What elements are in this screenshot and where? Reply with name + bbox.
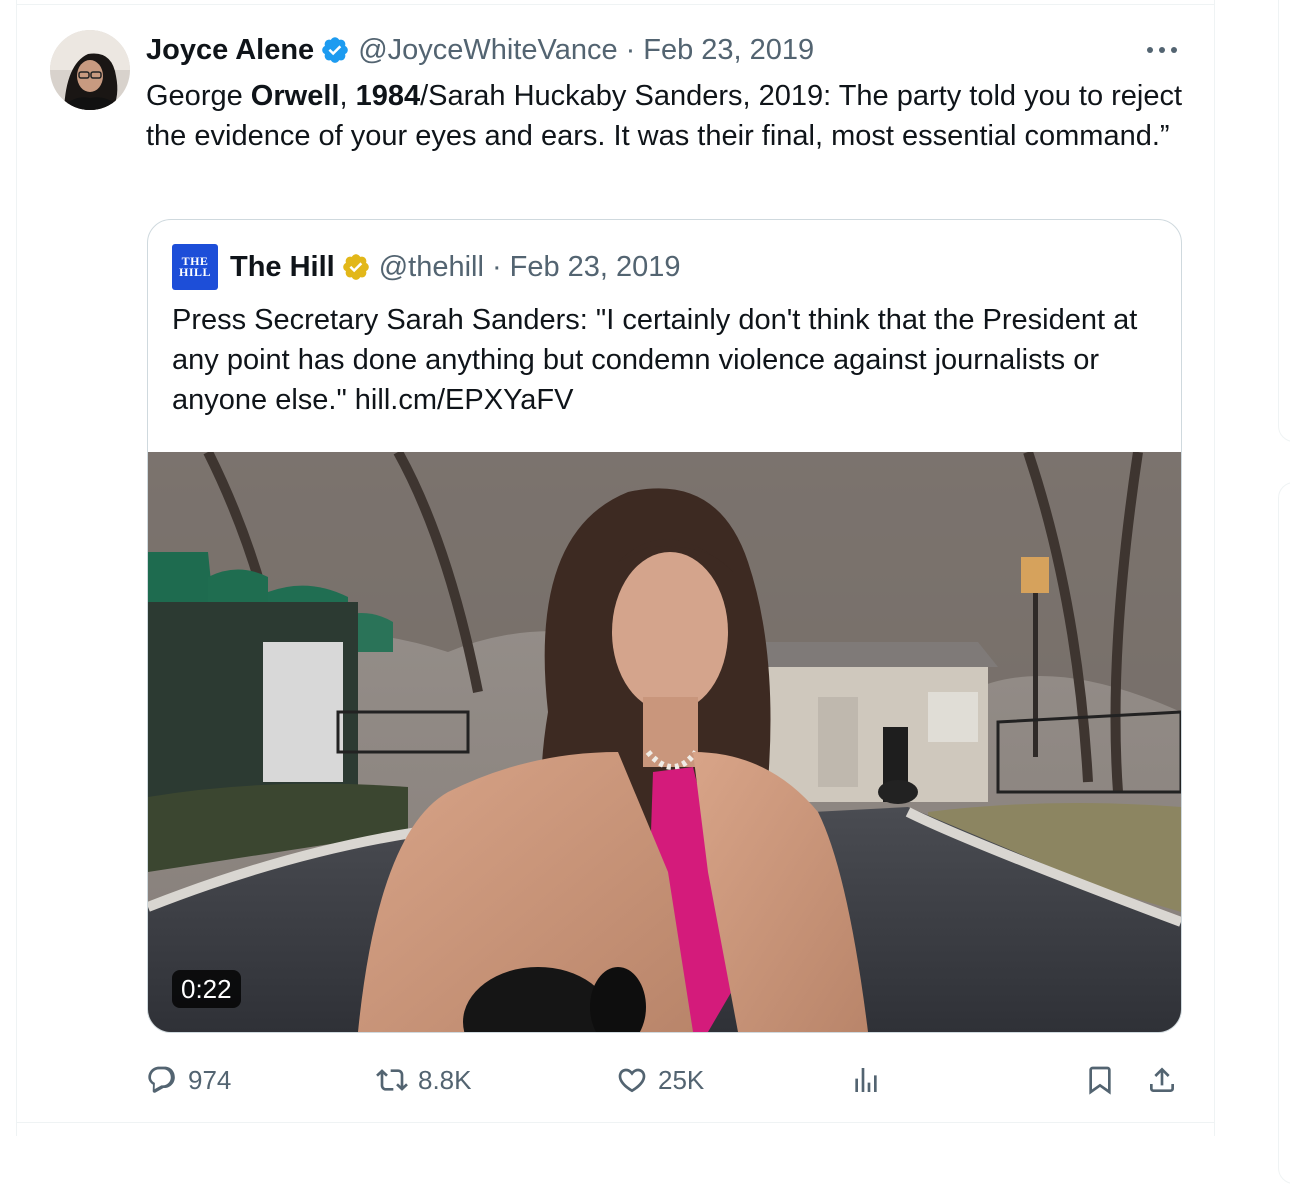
tweet-text: George Orwell, 1984/Sarah Huckaby Sander… (146, 76, 1186, 156)
views-button[interactable] (850, 1060, 882, 1100)
tweet-actions: 974 8.8K 25K (146, 1060, 1196, 1100)
repost-icon (376, 1069, 408, 1091)
quoted-author-handle[interactable]: @thehill (379, 251, 484, 284)
reply-count: 974 (188, 1064, 232, 1095)
bookmark-icon (1089, 1066, 1111, 1095)
share-button[interactable] (1146, 1060, 1178, 1100)
tweet-text-part: , (339, 80, 356, 112)
share-icon (1150, 1067, 1174, 1092)
views-chart-icon (855, 1068, 877, 1092)
video-thumbnail (148, 452, 1181, 1032)
video-duration-badge: 0:22 (172, 970, 241, 1008)
column-left-border (16, 0, 17, 1136)
author-avatar[interactable] (50, 30, 130, 110)
quoted-author-name[interactable]: The Hill (230, 251, 335, 284)
bookmark-button[interactable] (1084, 1060, 1116, 1100)
like-count: 25K (658, 1064, 705, 1095)
tweet-text-bold: 1984 (355, 80, 421, 112)
top-divider (16, 4, 1215, 5)
reply-button[interactable]: 974 (146, 1060, 231, 1100)
more-options-button[interactable] (1140, 30, 1184, 70)
header-separator: · (625, 33, 636, 66)
person-avatar-icon (50, 30, 130, 110)
bottom-divider (16, 1122, 1215, 1123)
column-right-border (1214, 0, 1215, 1136)
quoted-tweet-card[interactable]: THE HILL The Hill @thehill · Feb 23, 201… (147, 219, 1182, 1033)
repost-button[interactable]: 8.8K (376, 1060, 472, 1100)
quoted-tweet-header: THE HILL The Hill @thehill · Feb 23, 201… (172, 244, 681, 290)
quoted-tweet-date[interactable]: Feb 23, 2019 (510, 251, 681, 284)
tweet-text-bold: Orwell (250, 80, 340, 112)
like-button[interactable]: 25K (616, 1060, 704, 1100)
sidebar-card-bottom (1278, 482, 1290, 1184)
tweet-header: Joyce Alene @JoyceWhiteVance · Feb 23, 2… (146, 30, 814, 70)
repost-count: 8.8K (418, 1064, 472, 1095)
logo-line: HILL (178, 265, 211, 279)
verified-badge-icon[interactable] (320, 35, 350, 65)
heart-icon (618, 1068, 646, 1093)
video-player[interactable]: 0:22 (148, 452, 1181, 1032)
sidebar-card-top (1278, 0, 1290, 442)
tweet-text-part: George (146, 80, 251, 112)
author-name[interactable]: Joyce Alene (146, 34, 314, 67)
reply-icon (148, 1066, 175, 1093)
quoted-header-separator: · (491, 250, 502, 283)
more-dots-icon (1147, 47, 1177, 53)
author-handle[interactable]: @JoyceWhiteVance (358, 34, 617, 67)
the-hill-logo[interactable]: THE HILL (172, 244, 218, 290)
tweet-date[interactable]: Feb 23, 2019 (643, 34, 814, 67)
gold-verified-badge-icon[interactable] (341, 252, 371, 282)
quoted-tweet-text: Press Secretary Sarah Sanders: "I certai… (172, 304, 1138, 416)
